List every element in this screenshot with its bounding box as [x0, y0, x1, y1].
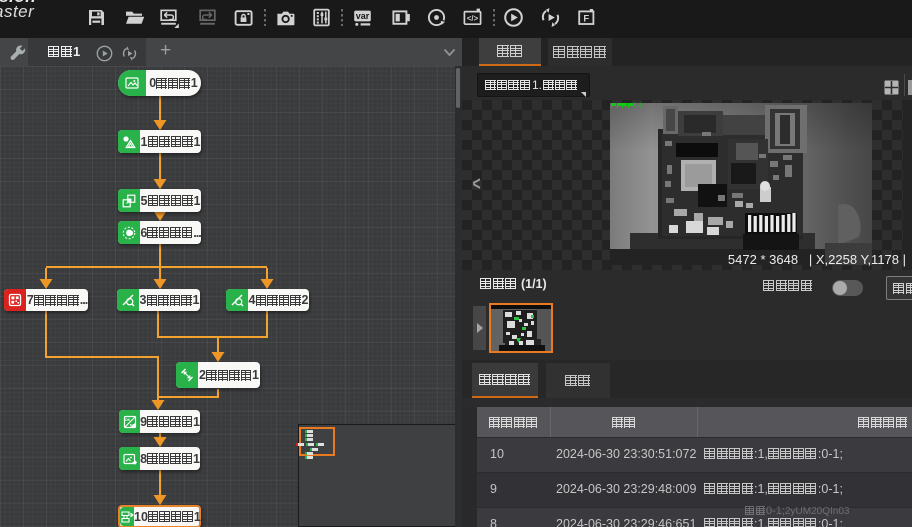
svg-text:F: F	[583, 13, 589, 24]
svg-text:OK: OK	[124, 417, 130, 421]
svg-text:var: var	[356, 11, 370, 21]
svg-text:NG: NG	[129, 423, 135, 427]
svg-text:</>: </>	[467, 14, 479, 23]
